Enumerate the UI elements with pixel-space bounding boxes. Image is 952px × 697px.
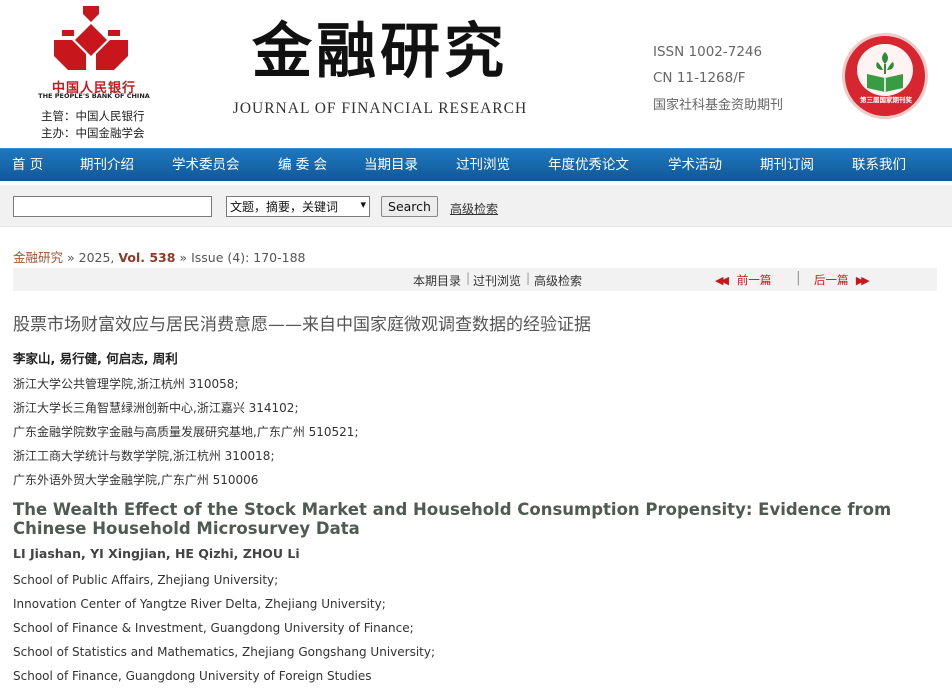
current-issue-link[interactable]: 本期目录 [413, 272, 461, 289]
search-input[interactable] [13, 196, 212, 217]
nav-item-editorial-board[interactable]: 编 委 会 [278, 149, 327, 182]
nav-item-academic-events[interactable]: 学术活动 [668, 149, 722, 182]
article-toolbar: 本期目录 | 过刊浏览 | 高级检索 ◀◀ 前一篇 | 后一篇 ▶▶ [13, 268, 937, 291]
breadcrumb: 金融研究 » 2025, Vol. 538 » Issue (4): 170-1… [13, 247, 305, 266]
toolbar-separator: | [526, 271, 531, 285]
journal-masthead: 金融研究 JOURNAL OF FINANCIAL RESEARCH [230, 16, 530, 126]
prevnext-separator: | [796, 270, 801, 286]
issn-number: ISSN 1002-7246 [653, 44, 763, 60]
authors-cn: 李家山, 易行健, 何启志, 周利 [13, 351, 178, 366]
host-line: 主办：中国金融学会 [41, 126, 145, 140]
double-right-arrow-icon: ▶▶ [855, 274, 870, 287]
affiliation-cn: 广东金融学院数字金融与高质量发展研究基地,广东广州 510521; [13, 425, 359, 439]
article-title-cn: 股票市场财富效应与居民消费意愿——来自中国家庭微观调查数据的经验证据 [13, 315, 591, 335]
nav-item-archive[interactable]: 过刊浏览 [456, 149, 510, 182]
prev-article-label: 前一篇 [736, 273, 772, 287]
site-header: 中国人民银行 THE PEOPLE'S BANK OF CHINA 主管：中国人… [0, 0, 952, 148]
affiliation-en: School of Statistics and Mathematics, Zh… [13, 645, 436, 659]
nav-item-academic-committee[interactable]: 学术委员会 [172, 149, 240, 182]
nav-item-best-papers[interactable]: 年度优秀论文 [548, 149, 629, 182]
book-sprout-icon [857, 44, 913, 96]
next-article-label: 后一篇 [814, 273, 849, 287]
nav-item-current-issue[interactable]: 当期目录 [364, 149, 418, 182]
breadcrumb-separator: » [63, 250, 79, 265]
search-scope-select[interactable]: 文题，摘要，关键词 ▾ [226, 196, 370, 217]
toolbar-separator: | [466, 271, 471, 285]
badge-text: 第三届国家期刊奖 [860, 96, 912, 104]
main-nav: 首 页 期刊介绍 学术委员会 编 委 会 当期目录 过刊浏览 年度优秀论文 学术… [0, 148, 952, 181]
search-button[interactable]: Search [381, 196, 438, 217]
affiliation-cn: 浙江大学长三角智慧绿洲创新中心,浙江嘉兴 314102; [13, 401, 299, 415]
breadcrumb-journal[interactable]: 金融研究 [13, 250, 63, 265]
affiliation-cn: 广东外语外贸大学金融学院,广东广州 510006 [13, 473, 259, 487]
pboc-logo-icon [54, 6, 128, 70]
advanced-search-link-2[interactable]: 高级检索 [534, 272, 582, 289]
next-article-link[interactable]: 后一篇 ▶▶ [814, 272, 870, 288]
chevron-down-icon: ▾ [360, 198, 366, 211]
prev-article-link[interactable]: ◀◀ 前一篇 [715, 272, 771, 288]
pboc-branding: 中国人民银行 THE PEOPLE'S BANK OF CHINA 主管：中国人… [38, 4, 158, 144]
nav-item-contact[interactable]: 联系我们 [852, 149, 906, 182]
search-bar: 文题，摘要，关键词 ▾ Search 高级检索 [0, 185, 952, 227]
affiliation-en: School of Finance & Investment, Guangdon… [13, 621, 414, 635]
affiliation-cn: 浙江工商大学统计与数学学院,浙江杭州 310018; [13, 449, 275, 463]
nav-item-home[interactable]: 首 页 [12, 149, 43, 182]
breadcrumb-separator: » [175, 250, 192, 265]
funding-note: 国家社科基金资助期刊 [653, 98, 784, 113]
advanced-search-link[interactable]: 高级检索 [450, 200, 498, 217]
pboc-name-en: THE PEOPLE'S BANK OF CHINA [38, 92, 150, 100]
archive-link[interactable]: 过刊浏览 [473, 272, 521, 289]
authors-en: LI Jiashan, YI Xingjian, HE Qizhi, ZHOU … [13, 546, 300, 561]
affiliation-en: School of Finance, Guangdong University … [13, 669, 372, 683]
affiliation-cn: 浙江大学公共管理学院,浙江杭州 310058; [13, 377, 239, 391]
affiliation-en: Innovation Center of Yangtze River Delta… [13, 597, 386, 611]
journal-title-en: JOURNAL OF FINANCIAL RESEARCH [232, 100, 528, 117]
breadcrumb-year: 2025, [78, 250, 119, 265]
nav-item-journal-intro[interactable]: 期刊介绍 [80, 149, 134, 182]
breadcrumb-issue[interactable]: Issue (4): 170-188 [191, 250, 305, 265]
article-title-en: The Wealth Effect of the Stock Market an… [13, 500, 892, 538]
journal-title-cn: 金融研究 [252, 17, 508, 87]
affiliation-en: School of Public Affairs, Zhejiang Unive… [13, 573, 279, 587]
nav-item-subscribe[interactable]: 期刊订阅 [760, 149, 814, 182]
sponsor-line: 主管：中国人民银行 [41, 109, 145, 123]
cn-number: CN 11-1268/F [653, 70, 746, 86]
double-left-arrow-icon: ◀◀ [715, 274, 729, 287]
search-scope-value: 文题，摘要，关键词 [230, 200, 339, 214]
journal-award-badge: 第三届国家期刊奖 [842, 33, 928, 119]
breadcrumb-volume[interactable]: Vol. 538 [118, 250, 175, 265]
